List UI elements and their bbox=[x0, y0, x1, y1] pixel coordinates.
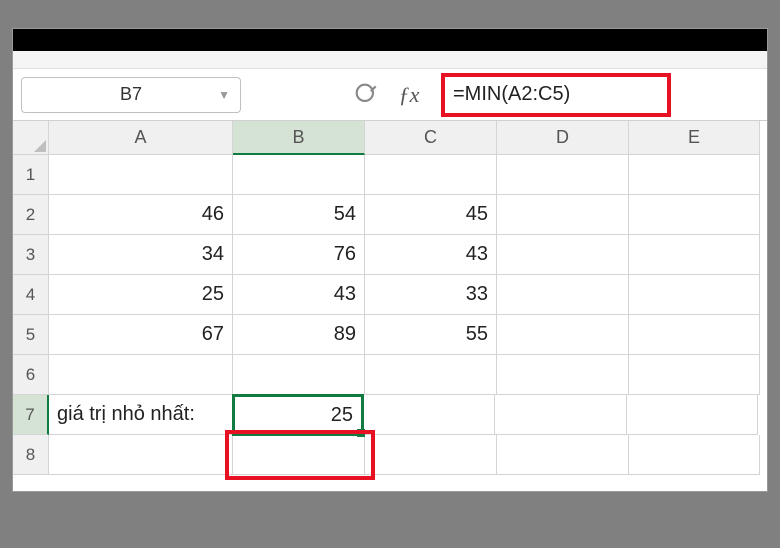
title-bar bbox=[13, 29, 767, 51]
cell-A7[interactable]: giá trị nhỏ nhất: bbox=[49, 395, 233, 435]
cell-A4[interactable]: 25 bbox=[49, 275, 233, 315]
ribbon-area bbox=[13, 51, 767, 69]
cell-A5[interactable]: 67 bbox=[49, 315, 233, 355]
column-headers: A B C D E bbox=[49, 121, 767, 155]
row-header-4[interactable]: 4 bbox=[13, 275, 49, 315]
cell-E1[interactable] bbox=[629, 155, 760, 195]
cell-b7-value: 25 bbox=[331, 404, 353, 427]
row-header-6[interactable]: 6 bbox=[13, 355, 49, 395]
cell-C3[interactable]: 43 bbox=[365, 235, 497, 275]
cell-D5[interactable] bbox=[497, 315, 629, 355]
cell-D4[interactable] bbox=[497, 275, 629, 315]
fill-handle[interactable] bbox=[357, 429, 365, 437]
row-header-2[interactable]: 2 bbox=[13, 195, 49, 235]
row-header-8[interactable]: 8 bbox=[13, 435, 49, 475]
cell-A1[interactable] bbox=[49, 155, 233, 195]
row-header-1[interactable]: 1 bbox=[13, 155, 49, 195]
row-header-3[interactable]: 3 bbox=[13, 235, 49, 275]
cell-B3[interactable]: 76 bbox=[233, 235, 365, 275]
col-header-D[interactable]: D bbox=[497, 121, 629, 155]
chevron-down-icon[interactable]: ▼ bbox=[218, 88, 230, 102]
cell-A8[interactable] bbox=[49, 435, 233, 475]
cell-D8[interactable] bbox=[497, 435, 629, 475]
row-7: giá trị nhỏ nhất: 25 bbox=[49, 395, 767, 435]
cell-C7[interactable] bbox=[363, 395, 495, 435]
formula-input[interactable] bbox=[447, 79, 665, 111]
cell-D3[interactable] bbox=[497, 235, 629, 275]
cell-B8[interactable] bbox=[233, 435, 365, 475]
row-header-5[interactable]: 5 bbox=[13, 315, 49, 355]
cell-A6[interactable] bbox=[49, 355, 233, 395]
name-box[interactable]: B7 ▼ bbox=[21, 77, 241, 113]
cell-B7[interactable]: 25 bbox=[232, 394, 364, 436]
cell-B1[interactable] bbox=[233, 155, 365, 195]
cell-E5[interactable] bbox=[629, 315, 760, 355]
row-8 bbox=[49, 435, 767, 475]
cell-B6[interactable] bbox=[233, 355, 365, 395]
row-headers: 1 2 3 4 5 6 7 8 bbox=[13, 121, 49, 475]
cell-D6[interactable] bbox=[497, 355, 629, 395]
row-4: 25 43 33 bbox=[49, 275, 767, 315]
cell-B2[interactable]: 54 bbox=[233, 195, 365, 235]
cell-C5[interactable]: 55 bbox=[365, 315, 497, 355]
cell-E4[interactable] bbox=[629, 275, 760, 315]
col-header-A[interactable]: A bbox=[49, 121, 233, 155]
cell-B5[interactable]: 89 bbox=[233, 315, 365, 355]
row-header-7[interactable]: 7 bbox=[13, 395, 49, 435]
formula-highlight-box bbox=[441, 73, 671, 117]
columns-area: A B C D E 46 54 45 34 bbox=[49, 121, 767, 475]
cell-A3[interactable]: 34 bbox=[49, 235, 233, 275]
cell-E3[interactable] bbox=[629, 235, 760, 275]
cell-D2[interactable] bbox=[497, 195, 629, 235]
row-2: 46 54 45 bbox=[49, 195, 767, 235]
cell-C6[interactable] bbox=[365, 355, 497, 395]
cell-D7[interactable] bbox=[495, 395, 627, 435]
cell-B4[interactable]: 43 bbox=[233, 275, 365, 315]
row-5: 67 89 55 bbox=[49, 315, 767, 355]
cell-D1[interactable] bbox=[497, 155, 629, 195]
col-header-C[interactable]: C bbox=[365, 121, 497, 155]
fx-icon[interactable]: ƒx bbox=[393, 79, 425, 111]
cell-E2[interactable] bbox=[629, 195, 760, 235]
col-header-B[interactable]: B bbox=[233, 121, 365, 155]
cell-A2[interactable]: 46 bbox=[49, 195, 233, 235]
cell-C1[interactable] bbox=[365, 155, 497, 195]
cell-C4[interactable]: 33 bbox=[365, 275, 497, 315]
formula-bar: B7 ▼ ƒx bbox=[13, 69, 767, 121]
row-1 bbox=[49, 155, 767, 195]
cell-E8[interactable] bbox=[629, 435, 760, 475]
row-3: 34 76 43 bbox=[49, 235, 767, 275]
cell-C2[interactable]: 45 bbox=[365, 195, 497, 235]
cell-E6[interactable] bbox=[629, 355, 760, 395]
col-header-E[interactable]: E bbox=[629, 121, 760, 155]
app-window: B7 ▼ ƒx 1 2 3 4 5 6 7 8 bbox=[12, 28, 768, 492]
spreadsheet-grid: 1 2 3 4 5 6 7 8 A B C D E bbox=[13, 121, 767, 475]
cell-C8[interactable] bbox=[365, 435, 497, 475]
name-box-value: B7 bbox=[32, 84, 230, 105]
cell-E7[interactable] bbox=[627, 395, 758, 435]
select-all-corner[interactable] bbox=[13, 121, 49, 155]
search-icon[interactable] bbox=[351, 79, 383, 111]
row-6 bbox=[49, 355, 767, 395]
